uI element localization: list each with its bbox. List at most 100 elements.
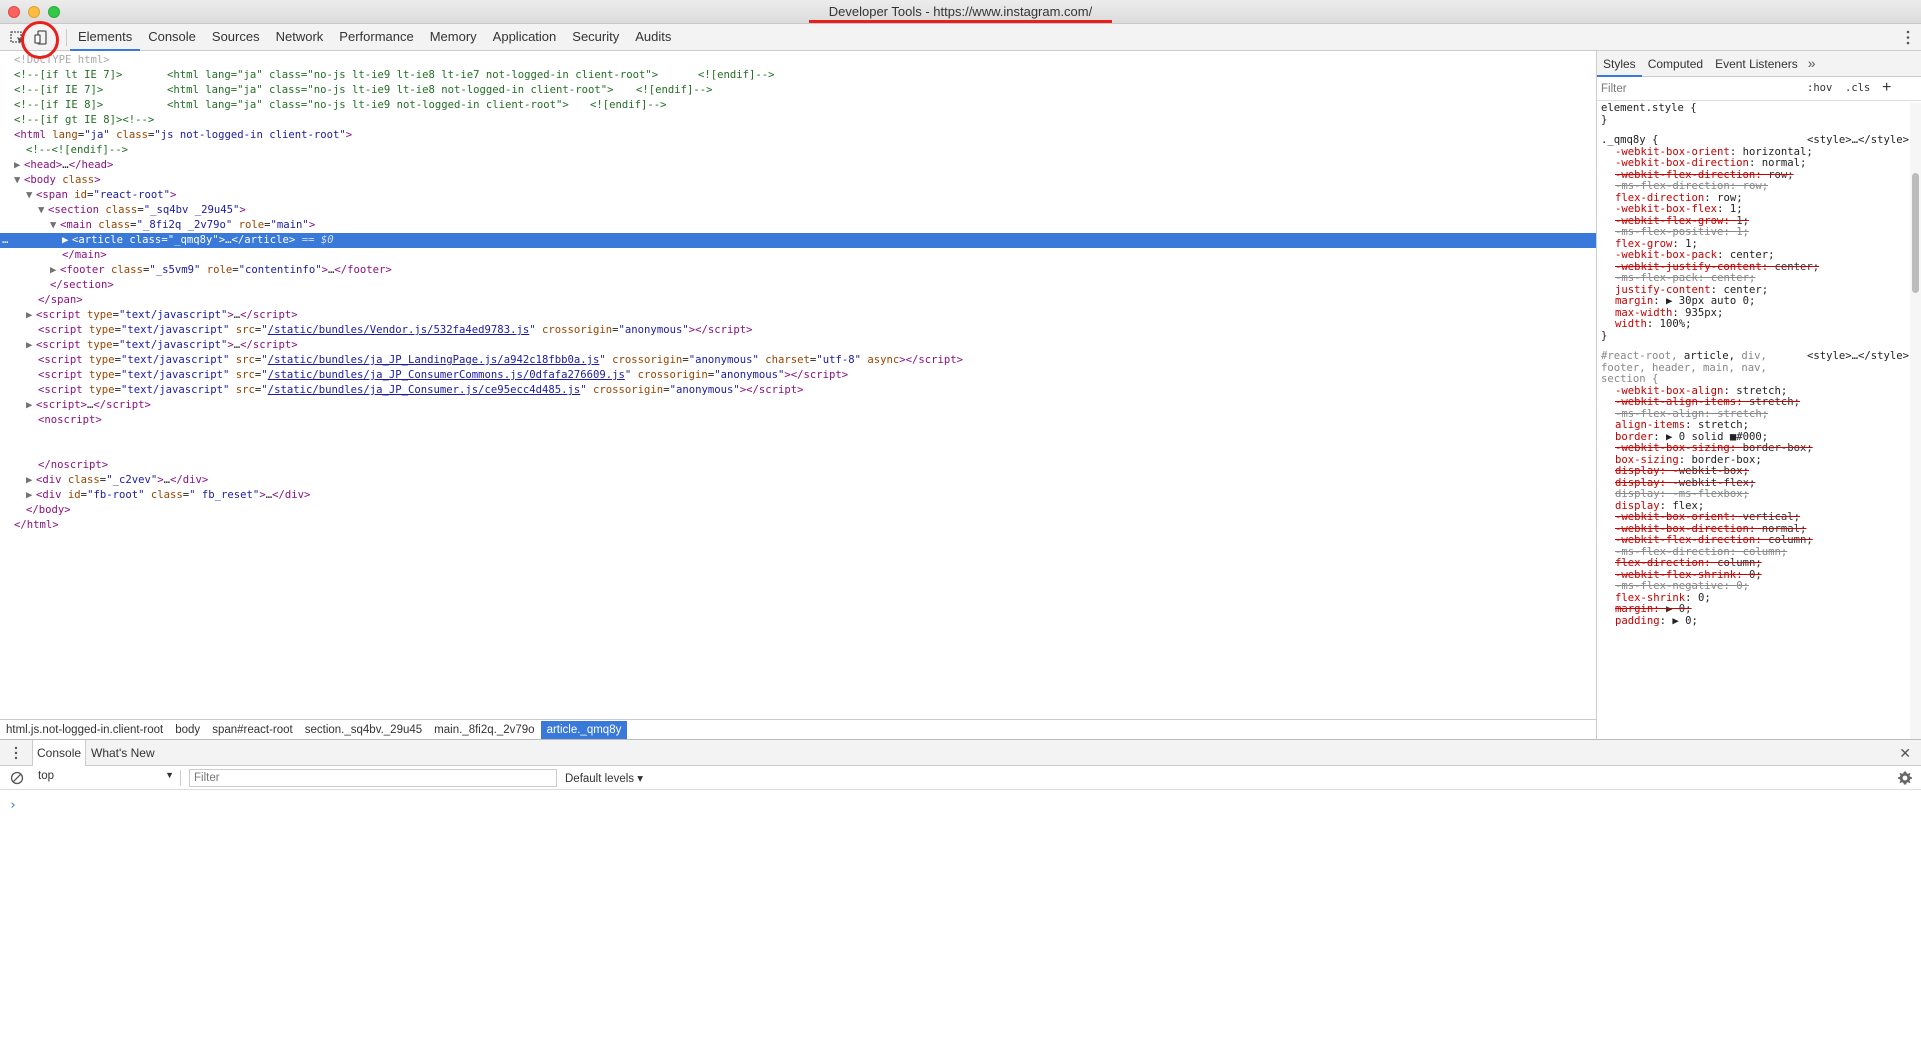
dom-line-section[interactable]: ▼ <section class="_sq4bv _29u45"> xyxy=(0,203,1596,218)
collapse-arrow-icon[interactable]: ▼ xyxy=(38,203,48,218)
css-property-value[interactable]: -webkit-flex; xyxy=(1672,477,1755,489)
dom-line-span[interactable]: ▼ <span id="react-root"> xyxy=(0,188,1596,203)
gear-icon[interactable] xyxy=(1897,770,1913,786)
inspect-element-icon[interactable] xyxy=(8,28,28,47)
dom-line-comment[interactable]: <!--<![endif]--> xyxy=(0,143,1596,158)
css-property-name[interactable]: display xyxy=(1615,488,1660,500)
css-property-name[interactable]: -webkit-box-direction xyxy=(1615,523,1749,535)
css-property-name[interactable]: box-sizing xyxy=(1615,454,1679,466)
css-property-value[interactable]: center; xyxy=(1730,249,1775,261)
dom-line-article-selected[interactable]: … ▶ <article class="_qmq8y">…</article> ==… xyxy=(0,233,1596,248)
css-property-value[interactable]: stretch; xyxy=(1717,408,1768,420)
dom-line-script[interactable]: <script type="text/javascript" src="/sta… xyxy=(0,383,1596,398)
css-property-value[interactable]: center; xyxy=(1774,261,1819,273)
dom-line-script[interactable]: <script type="text/javascript" src="/sta… xyxy=(0,353,1596,368)
css-property-name[interactable]: justify-content xyxy=(1615,284,1711,296)
css-property-value[interactable]: ▶ 0 solid ■#000; xyxy=(1666,431,1768,443)
context-selector[interactable]: top ▼ xyxy=(38,770,174,786)
style-rule-selector[interactable]: element.style { xyxy=(1597,102,1909,115)
css-property-value[interactable]: 1; xyxy=(1730,203,1743,215)
css-property-name[interactable]: -webkit-align-items xyxy=(1615,396,1736,408)
expand-arrow-icon[interactable]: ▶ xyxy=(62,233,72,248)
expand-arrow-icon[interactable]: ▶ xyxy=(26,473,36,488)
css-property-value[interactable]: column; xyxy=(1743,546,1788,558)
dom-line-script[interactable]: <script type="text/javascript" src="/sta… xyxy=(0,323,1596,338)
css-property-name[interactable]: -webkit-flex-grow xyxy=(1615,215,1723,227)
collapse-arrow-icon[interactable]: ▼ xyxy=(14,173,24,188)
collapse-arrow-icon[interactable]: ▼ xyxy=(26,188,36,203)
expand-arrow-icon[interactable]: ▶ xyxy=(26,338,36,353)
css-property[interactable]: padding: ▶ 0; xyxy=(1597,615,1909,628)
css-property-value[interactable]: -webkit-box; xyxy=(1672,465,1749,477)
dom-line-body[interactable]: ▼ <body class> xyxy=(0,173,1596,188)
tab-memory[interactable]: Memory xyxy=(422,24,485,51)
css-property-name[interactable]: width xyxy=(1615,318,1647,330)
dom-line-html-close[interactable]: </html> xyxy=(0,518,1596,533)
styles-scrollbar[interactable] xyxy=(1910,103,1921,739)
dom-line-head[interactable]: ▶ <head>…</head> xyxy=(0,158,1596,173)
css-property-name[interactable]: flex-direction xyxy=(1615,192,1704,204)
log-levels-dropdown[interactable]: Default levels ▾ xyxy=(565,771,643,785)
css-property-name[interactable]: -ms-flex-direction xyxy=(1615,546,1730,558)
breadcrumb-item[interactable]: section._sq4bv._29u45 xyxy=(299,721,428,739)
dom-line-comment[interactable]: <!--[if IE 8]> <html lang="ja" class="no-… xyxy=(0,98,1596,113)
css-property-name[interactable]: border xyxy=(1615,431,1653,443)
css-property-value[interactable]: horizontal; xyxy=(1743,146,1813,158)
css-property-value[interactable]: ▶ 0; xyxy=(1666,603,1692,615)
css-property-name[interactable]: -webkit-box-pack xyxy=(1615,249,1717,261)
css-property-name[interactable]: -ms-flex-negative xyxy=(1615,580,1723,592)
hover-state-toggle[interactable]: :hov xyxy=(1807,82,1832,94)
css-property-value[interactable]: row; xyxy=(1717,192,1743,204)
dom-line-body-close[interactable]: </body> xyxy=(0,503,1596,518)
css-property-value[interactable]: 935px; xyxy=(1685,307,1723,319)
css-property-name[interactable]: -ms-flex-positive xyxy=(1615,226,1723,238)
clear-console-icon[interactable] xyxy=(10,771,24,785)
dom-line-script[interactable]: <script type="text/javascript" src="/sta… xyxy=(0,368,1596,383)
css-property-name[interactable]: -ms-flex-pack xyxy=(1615,272,1698,284)
dom-line-script[interactable]: ▶ <script type="text/javascript">…</scrip… xyxy=(0,308,1596,323)
breadcrumb-item[interactable]: html.js.not-logged-in.client-root xyxy=(0,721,169,739)
css-property-value[interactable]: ▶ 0; xyxy=(1672,615,1698,627)
css-property-name[interactable]: margin xyxy=(1615,603,1653,615)
close-drawer-icon[interactable]: ✕ xyxy=(1899,745,1911,762)
css-property-value[interactable]: column; xyxy=(1717,557,1762,569)
script-src-link[interactable]: /static/bundles/ja_JP_ConsumerCommons.js… xyxy=(268,369,625,381)
css-property-name[interactable]: -webkit-flex-shrink xyxy=(1615,569,1736,581)
css-property-name[interactable]: -webkit-box-direction xyxy=(1615,157,1749,169)
css-property-name[interactable]: -webkit-box-orient xyxy=(1615,511,1730,523)
console-filter-input[interactable] xyxy=(189,769,557,787)
tab-sources[interactable]: Sources xyxy=(204,24,268,51)
dom-line-section-close[interactable]: </section> xyxy=(0,278,1596,293)
css-property-value[interactable]: center; xyxy=(1711,272,1756,284)
dom-line-comment[interactable]: <!--[if gt IE 8]><!--> xyxy=(0,113,1596,128)
tab-event-listeners[interactable]: Event Listeners xyxy=(1709,51,1804,77)
dom-line-html[interactable]: <html lang="ja" class="js not-logged-in … xyxy=(0,128,1596,143)
css-property-name[interactable]: flex-shrink xyxy=(1615,592,1685,604)
dom-line-span-close[interactable]: </span> xyxy=(0,293,1596,308)
dom-line-script[interactable]: ▶ <script type="text/javascript">…</scrip… xyxy=(0,338,1596,353)
tab-styles[interactable]: Styles xyxy=(1597,51,1642,77)
css-property-value[interactable]: border-box; xyxy=(1743,442,1813,454)
breadcrumb-item[interactable]: body xyxy=(169,721,206,739)
tab-audits[interactable]: Audits xyxy=(627,24,679,51)
breadcrumb-item[interactable]: main._8fi2q._2v79o xyxy=(428,721,540,739)
expand-arrow-icon[interactable]: ▶ xyxy=(26,308,36,323)
tab-console[interactable]: Console xyxy=(140,24,204,51)
class-toggle[interactable]: .cls xyxy=(1845,82,1870,94)
css-property-name[interactable]: align-items xyxy=(1615,419,1685,431)
css-property[interactable]: width: 100%; xyxy=(1597,318,1909,331)
css-property-value[interactable]: 0; xyxy=(1749,569,1762,581)
css-property-value[interactable]: 100%; xyxy=(1660,318,1692,330)
dom-line-footer[interactable]: ▶ <footer class="_s5vm9" role="contentinf… xyxy=(0,263,1596,278)
css-property-name[interactable]: -webkit-box-orient xyxy=(1615,146,1730,158)
css-property-name[interactable]: -webkit-flex-direction xyxy=(1615,534,1755,546)
dom-line-div[interactable]: ▶ <div class="_c2vev">…</div> xyxy=(0,473,1596,488)
css-property-name[interactable]: -webkit-box-align xyxy=(1615,385,1723,397)
css-property-value[interactable]: 0; xyxy=(1736,580,1749,592)
drawer-menu-icon[interactable] xyxy=(14,746,18,760)
css-property-value[interactable]: vertical; xyxy=(1743,511,1800,523)
expand-arrow-icon[interactable]: ▶ xyxy=(14,158,24,173)
css-property-name[interactable]: flex-direction xyxy=(1615,557,1704,569)
css-property-name[interactable]: -webkit-justify-content xyxy=(1615,261,1762,273)
collapse-arrow-icon[interactable]: ▼ xyxy=(50,218,60,233)
